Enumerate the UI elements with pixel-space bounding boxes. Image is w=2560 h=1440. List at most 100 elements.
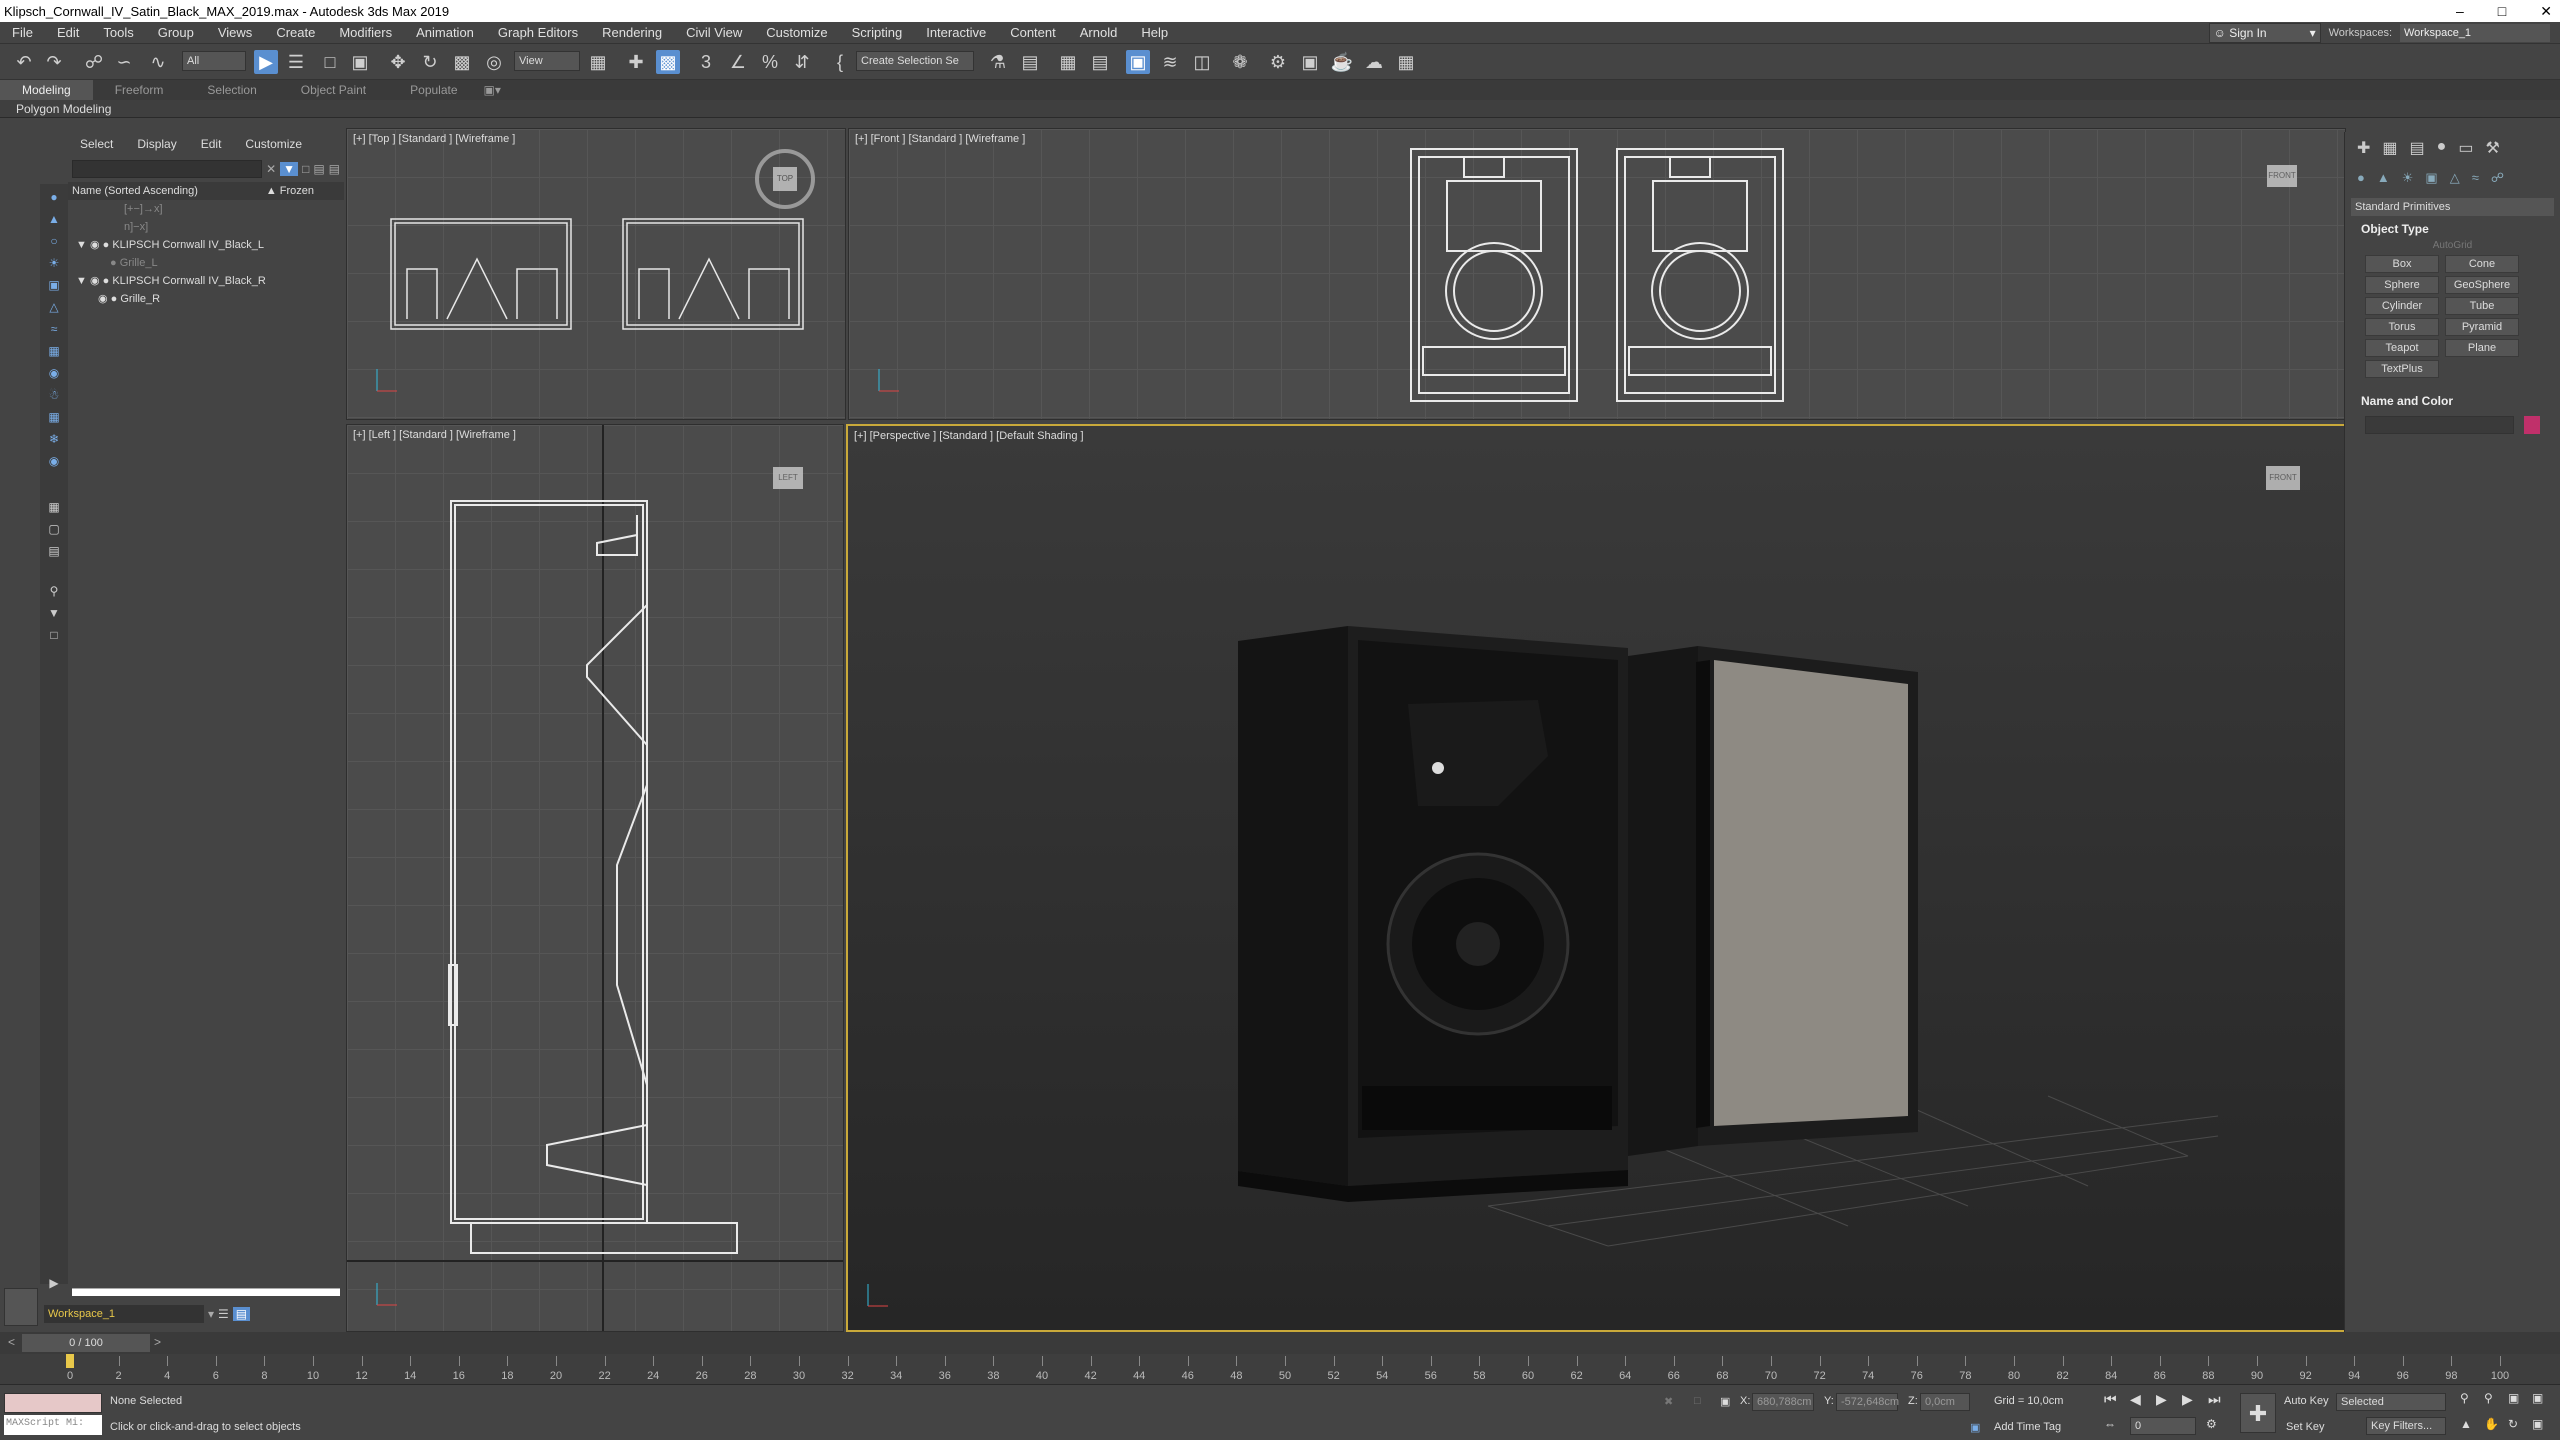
x-coordinate-field[interactable]: 680,788cm bbox=[1752, 1393, 1814, 1411]
primitive-category-dropdown[interactable]: Standard Primitives bbox=[2351, 198, 2554, 216]
link-icon[interactable]: ☍ bbox=[82, 50, 106, 74]
viewcube-compass[interactable]: TOP bbox=[755, 149, 815, 209]
scene-explorer-toggle-icon[interactable]: ▦ bbox=[1056, 50, 1080, 74]
pivot-center-icon[interactable]: ▦ bbox=[586, 50, 610, 74]
name-color-rollout[interactable]: Name and Color bbox=[2351, 394, 2554, 408]
z-coordinate-field[interactable]: 0,0cm bbox=[1920, 1393, 1970, 1411]
display-bones-icon[interactable]: ☃ bbox=[45, 386, 63, 404]
keyboard-shortcut-override-icon[interactable]: ▩ bbox=[656, 50, 680, 74]
tube-button[interactable]: Tube bbox=[2445, 297, 2519, 315]
object-type-rollout[interactable]: Object Type bbox=[2351, 222, 2554, 236]
menu-views[interactable]: Views bbox=[206, 22, 264, 44]
select-object-icon[interactable]: ▶ bbox=[254, 50, 278, 74]
minimize-button[interactable]: – bbox=[2456, 0, 2464, 22]
percent-snap-icon[interactable]: % bbox=[758, 50, 782, 74]
helpers-icon[interactable]: △ bbox=[2450, 170, 2460, 186]
time-tag-icon[interactable]: ▣ bbox=[1970, 1421, 1980, 1434]
prev-frame-icon[interactable]: < bbox=[8, 1335, 15, 1349]
display-groups-icon[interactable]: ▦ bbox=[45, 342, 63, 360]
systems-icon[interactable]: ☍ bbox=[2491, 170, 2504, 186]
display-geometry-icon[interactable]: ▲ bbox=[45, 210, 63, 228]
zoom-extents-icon[interactable]: ▣ bbox=[2508, 1391, 2519, 1405]
display-shapes-icon[interactable]: ○ bbox=[45, 232, 63, 250]
menu-interactive[interactable]: Interactive bbox=[914, 22, 998, 44]
material-editor-icon[interactable]: ❁ bbox=[1228, 50, 1252, 74]
plane-button[interactable]: Plane bbox=[2445, 339, 2519, 357]
shapes-icon[interactable]: ▲ bbox=[2377, 170, 2390, 186]
zoom-all-icon[interactable]: ⚲ bbox=[2484, 1391, 2493, 1405]
column-frozen[interactable]: ▲ Frozen bbox=[266, 182, 314, 200]
zoom-icon[interactable]: ⚲ bbox=[2460, 1391, 2469, 1405]
expand-arrow-icon[interactable]: ▶ bbox=[45, 1274, 63, 1292]
scene-scrollbar[interactable] bbox=[72, 1288, 340, 1296]
rotate-icon[interactable]: ↻ bbox=[418, 50, 442, 74]
align-icon[interactable]: ▤ bbox=[1018, 50, 1042, 74]
environment-icon[interactable]: ▦ bbox=[1394, 50, 1418, 74]
set-key-plus-icon[interactable]: ✚ bbox=[2240, 1393, 2276, 1433]
render-production-icon[interactable]: ☕ bbox=[1330, 50, 1354, 74]
close-button[interactable]: ✕ bbox=[2540, 0, 2552, 22]
display-hidden-icon[interactable]: ◉ bbox=[45, 452, 63, 470]
scene-tab-display[interactable]: Display bbox=[125, 137, 188, 151]
placement-icon[interactable]: ◎ bbox=[482, 50, 506, 74]
tab-modeling[interactable]: Modeling bbox=[0, 80, 93, 100]
find-icon[interactable]: ⚲ bbox=[45, 582, 63, 600]
menu-rendering[interactable]: Rendering bbox=[590, 22, 674, 44]
textplus-button[interactable]: TextPlus bbox=[2365, 360, 2439, 378]
mirror-icon[interactable]: ⚗ bbox=[986, 50, 1010, 74]
tab-freeform[interactable]: Freeform bbox=[93, 80, 186, 100]
cone-button[interactable]: Cone bbox=[2445, 255, 2519, 273]
utilities-tab-icon[interactable]: ⚒ bbox=[2485, 138, 2499, 158]
viewcube-perspective[interactable]: FRONT bbox=[2266, 466, 2300, 490]
schematic-view-icon[interactable]: ◫ bbox=[1190, 50, 1214, 74]
filter-icon[interactable]: ▼ bbox=[45, 604, 63, 622]
auto-key-button[interactable]: Auto Key bbox=[2284, 1395, 2329, 1407]
scale-icon[interactable]: ▩ bbox=[450, 50, 474, 74]
ribbon-toggle-icon[interactable]: ▣ bbox=[1126, 50, 1150, 74]
reference-coord-dropdown[interactable]: View bbox=[514, 51, 580, 71]
pan-icon[interactable]: ✋ bbox=[2484, 1417, 2499, 1431]
menu-edit[interactable]: Edit bbox=[45, 22, 91, 44]
menu-content[interactable]: Content bbox=[998, 22, 1068, 44]
menu-scripting[interactable]: Scripting bbox=[840, 22, 915, 44]
y-coordinate-field[interactable]: -572,648cm bbox=[1836, 1393, 1899, 1411]
ribbon-panel-label[interactable]: Polygon Modeling bbox=[0, 100, 2560, 118]
unlink-icon[interactable]: ∽ bbox=[112, 50, 136, 74]
pyramid-button[interactable]: Pyramid bbox=[2445, 318, 2519, 336]
rendered-frame-window-icon[interactable]: ▣ bbox=[1298, 50, 1322, 74]
torus-button[interactable]: Torus bbox=[2365, 318, 2439, 336]
spinner-snap-icon[interactable]: ⇵ bbox=[790, 50, 814, 74]
current-frame-field[interactable]: 0 bbox=[2130, 1417, 2196, 1435]
rectangular-selection-icon[interactable]: □ bbox=[318, 50, 342, 74]
move-icon[interactable]: ✥ bbox=[386, 50, 410, 74]
menu-graph-editors[interactable]: Graph Editors bbox=[486, 22, 590, 44]
cameras-icon[interactable]: ▣ bbox=[2425, 170, 2437, 186]
tab-selection[interactable]: Selection bbox=[185, 80, 278, 100]
bind-space-warp-icon[interactable]: ∿ bbox=[146, 50, 170, 74]
geometry-icon[interactable]: ● bbox=[2357, 170, 2365, 186]
next-frame-icon[interactable]: > bbox=[154, 1335, 161, 1349]
menu-arnold[interactable]: Arnold bbox=[1068, 22, 1130, 44]
viewcube-top-face[interactable]: TOP bbox=[773, 167, 797, 191]
layer-icon[interactable]: ▤ bbox=[329, 162, 340, 176]
menu-file[interactable]: File bbox=[0, 22, 45, 44]
selection-filter-dropdown[interactable]: All bbox=[182, 51, 246, 71]
lock-selection-icon[interactable]: □ bbox=[302, 162, 309, 176]
lights-icon[interactable]: ☀ bbox=[2402, 170, 2414, 186]
selection-lock-icon[interactable]: □ bbox=[1694, 1395, 1701, 1407]
tab-populate[interactable]: Populate bbox=[388, 80, 479, 100]
key-mode-icon[interactable]: ⇔ bbox=[2104, 1417, 2116, 1431]
display-none-icon[interactable]: ● bbox=[45, 188, 63, 206]
time-cursor[interactable] bbox=[66, 1354, 74, 1368]
scene-row[interactable]: n]−x] bbox=[68, 218, 344, 236]
menu-civil-view[interactable]: Civil View bbox=[674, 22, 754, 44]
maximize-viewport-icon[interactable]: ▣ bbox=[2532, 1417, 2543, 1431]
menu-help[interactable]: Help bbox=[1129, 22, 1180, 44]
isolate-icon[interactable]: ✖ bbox=[1664, 1395, 1673, 1408]
curve-editor-icon[interactable]: ≋ bbox=[1158, 50, 1182, 74]
box-button[interactable]: Box bbox=[2365, 255, 2439, 273]
modify-tab-icon[interactable]: ▦ bbox=[2382, 138, 2397, 158]
object-name-input[interactable] bbox=[2365, 416, 2515, 434]
geosphere-button[interactable]: GeoSphere bbox=[2445, 276, 2519, 294]
display-xrefs-icon[interactable]: ◉ bbox=[45, 364, 63, 382]
